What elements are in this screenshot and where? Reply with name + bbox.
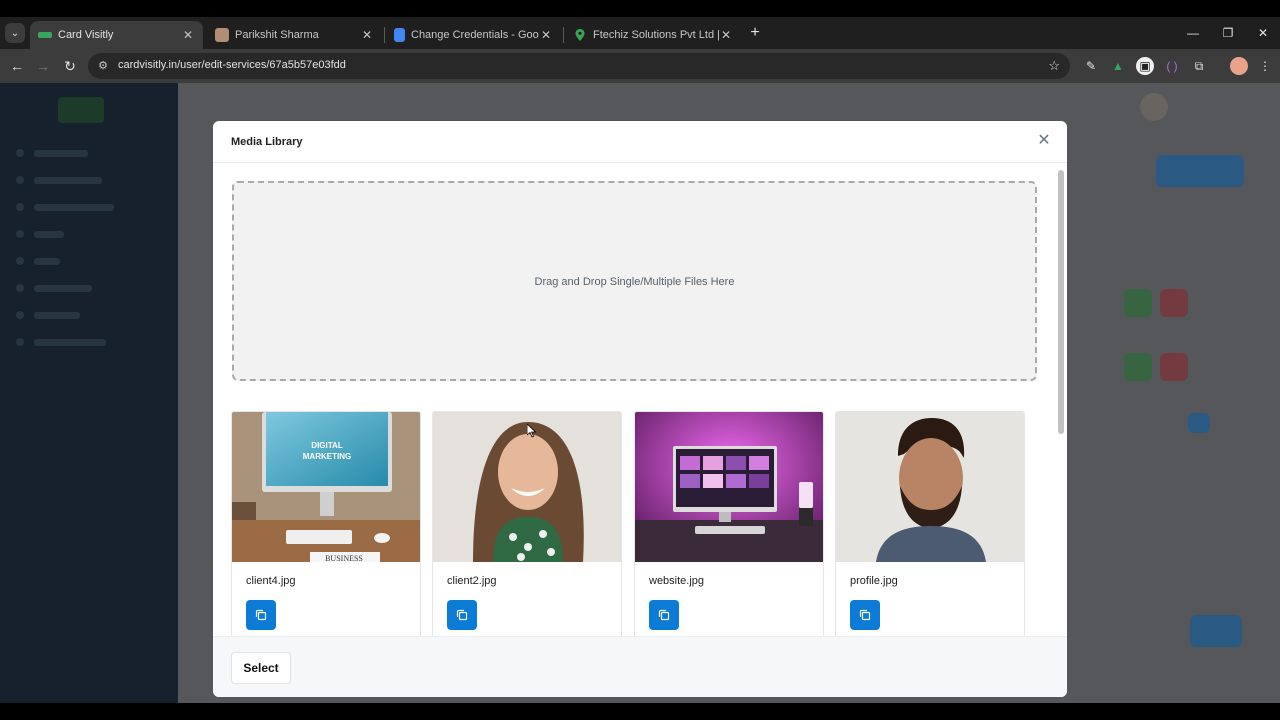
modal-body: Drag and Drop Single/Multiple Files Here bbox=[213, 164, 1067, 636]
thumb-text: BUSINESS bbox=[325, 554, 363, 562]
copy-icon bbox=[859, 609, 871, 621]
tab-search-chevron-icon[interactable]: ⌄ bbox=[5, 23, 25, 43]
browser-toolbar: ← → ↻ ⚙ cardvisitly.in/user/edit-service… bbox=[0, 49, 1280, 83]
media-thumbnail: DIGITAL MARKETING BUSINESS bbox=[232, 412, 420, 562]
copy-button[interactable] bbox=[850, 600, 880, 630]
profile-favicon-icon bbox=[215, 28, 229, 42]
dropzone-text: Drag and Drop Single/Multiple Files Here bbox=[534, 276, 735, 288]
thumb-text: DIGITAL bbox=[311, 441, 343, 450]
web-page: Media Library ✕ Drag and Drop Single/Mul… bbox=[0, 83, 1280, 703]
forward-arrow-icon[interactable]: → bbox=[34, 57, 52, 75]
media-card[interactable]: website.jpg bbox=[634, 411, 824, 636]
tab-google-docs[interactable]: Change Credentials - Google Docs ✕ bbox=[386, 21, 561, 49]
tab-separator bbox=[384, 27, 385, 43]
modal-title: Media Library bbox=[231, 136, 303, 148]
mouse-pointer-icon bbox=[527, 424, 537, 438]
media-card[interactable]: profile.jpg bbox=[835, 411, 1025, 636]
profile-avatar-icon[interactable] bbox=[1230, 57, 1248, 75]
copy-icon bbox=[255, 609, 267, 621]
copy-button[interactable] bbox=[649, 600, 679, 630]
copy-icon bbox=[658, 609, 670, 621]
media-card[interactable]: client2.jpg bbox=[432, 411, 622, 636]
tab-ftechiz[interactable]: Ftechiz Solutions Pvt Ltd | Best ✕ bbox=[565, 21, 741, 49]
modal-header: Media Library ✕ bbox=[213, 121, 1067, 163]
file-name: profile.jpg bbox=[850, 575, 898, 587]
pen-extension-icon[interactable]: ✎ bbox=[1082, 57, 1100, 75]
bookmark-star-icon[interactable]: ☆ bbox=[1048, 58, 1060, 74]
back-arrow-icon[interactable]: ← bbox=[8, 57, 26, 75]
card-visitly-favicon-icon bbox=[38, 32, 52, 38]
address-bar[interactable]: ⚙ cardvisitly.in/user/edit-services/67a5… bbox=[88, 53, 1070, 79]
file-dropzone[interactable]: Drag and Drop Single/Multiple Files Here bbox=[232, 181, 1037, 381]
menu-kebab-icon[interactable]: ⋮ bbox=[1256, 57, 1274, 75]
modal-scrollbar[interactable] bbox=[1058, 170, 1064, 434]
reload-icon[interactable]: ↻ bbox=[61, 57, 79, 75]
media-thumbnail bbox=[635, 412, 823, 562]
window-close-icon[interactable]: ✕ bbox=[1248, 23, 1278, 43]
tab-parikshit-sharma[interactable]: Parikshit Sharma ✕ bbox=[207, 21, 382, 49]
select-button[interactable]: Select bbox=[231, 652, 291, 684]
media-thumbnail bbox=[836, 412, 1024, 562]
google-docs-favicon-icon bbox=[394, 28, 405, 42]
extension-circle-icon[interactable]: ▣ bbox=[1136, 57, 1154, 75]
file-name: website.jpg bbox=[649, 575, 705, 587]
new-tab-button[interactable]: + bbox=[746, 24, 764, 42]
copy-button[interactable] bbox=[246, 600, 276, 630]
modal-footer: Select bbox=[213, 636, 1067, 697]
minimize-icon[interactable]: — bbox=[1178, 23, 1208, 43]
tab-title: Parikshit Sharma bbox=[235, 29, 319, 41]
modal-close-icon[interactable]: ✕ bbox=[1035, 132, 1053, 150]
browser-window: ⌄ Card Visitly ✕ Parikshit Sharma ✕ Chan… bbox=[0, 17, 1280, 703]
tab-title: Card Visitly bbox=[58, 29, 114, 41]
close-tab-icon[interactable]: ✕ bbox=[181, 28, 195, 42]
media-library-modal: Media Library ✕ Drag and Drop Single/Mul… bbox=[213, 121, 1067, 697]
file-name: client4.jpg bbox=[246, 575, 296, 587]
close-tab-icon[interactable]: ✕ bbox=[539, 28, 553, 42]
tab-separator bbox=[563, 27, 564, 43]
map-pin-favicon-icon bbox=[573, 28, 587, 42]
close-tab-icon[interactable]: ✕ bbox=[360, 28, 374, 42]
extensions-puzzle-icon[interactable]: ⧉ bbox=[1190, 57, 1208, 75]
media-card[interactable]: DIGITAL MARKETING BUSINESS client4.jpg bbox=[231, 411, 421, 636]
restore-icon[interactable]: ❐ bbox=[1213, 23, 1243, 43]
tab-title: Ftechiz Solutions Pvt Ltd | Best bbox=[593, 29, 719, 41]
tab-card-visitly[interactable]: Card Visitly ✕ bbox=[30, 21, 203, 49]
copy-icon bbox=[456, 609, 468, 621]
tab-title: Change Credentials - Google Docs bbox=[411, 29, 539, 41]
tab-strip: ⌄ Card Visitly ✕ Parikshit Sharma ✕ Chan… bbox=[0, 17, 1280, 49]
thumb-text: MARKETING bbox=[303, 452, 351, 461]
url-text[interactable]: cardvisitly.in/user/edit-services/67a5b5… bbox=[118, 59, 346, 71]
file-name: client2.jpg bbox=[447, 575, 497, 587]
copy-button[interactable] bbox=[447, 600, 477, 630]
site-settings-icon[interactable]: ⚙ bbox=[96, 59, 110, 73]
close-tab-icon[interactable]: ✕ bbox=[719, 28, 733, 42]
extension-icon[interactable]: ▲ bbox=[1109, 57, 1127, 75]
extension-bracket-icon[interactable]: ( ) bbox=[1163, 57, 1181, 75]
